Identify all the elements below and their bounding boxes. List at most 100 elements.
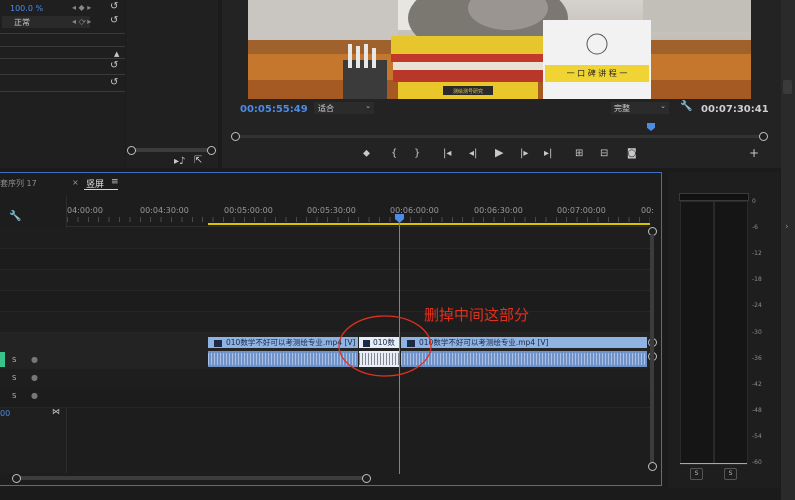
extract-icon[interactable]: ⊟ (600, 149, 608, 159)
close-icon[interactable]: × (72, 178, 79, 188)
mark-in-icon[interactable]: { (391, 149, 397, 159)
meter-solo-right[interactable]: S (724, 468, 737, 480)
video-image (248, 0, 751, 99)
audio-clip-3[interactable] (401, 351, 647, 367)
horizontal-scroll-end[interactable] (362, 474, 371, 483)
a2-solo-label[interactable]: S (12, 374, 16, 382)
timeline-horizontal-scrollbar[interactable] (16, 476, 364, 480)
fit-value: 适合 (318, 104, 334, 113)
keyframe-scrollbar[interactable] (132, 148, 210, 152)
vertical-scroll-end[interactable] (648, 462, 657, 471)
ruler-label: 00:07:00:00 (557, 206, 606, 215)
a1-solo-label[interactable]: S (12, 356, 16, 364)
video-frame: 一 口 碑 讲 程 一 测绘测号研究 (248, 0, 751, 99)
waveform (401, 353, 647, 365)
meter-bar-left (680, 201, 714, 465)
fit-select[interactable]: 适合 ⌄ (314, 102, 374, 114)
annotation-text: 删掉中间这部分 (424, 306, 530, 324)
scroll-handle-left[interactable] (127, 146, 136, 155)
program-scroll-start[interactable] (231, 132, 240, 141)
a2-mic-icon[interactable]: ● (31, 373, 38, 383)
clip-label: 010数学不好可以考测绘专业.mp4 [V] (419, 338, 549, 347)
chevron-right-icon[interactable]: › (785, 222, 789, 232)
divider-2 (0, 46, 125, 47)
master-end-icon[interactable]: ⋈ (52, 407, 60, 417)
blend-mode-value: 正常 (14, 18, 30, 27)
divider-4 (0, 74, 125, 75)
right-edge-strip (781, 0, 795, 500)
wrench-icon[interactable]: 🔧 (680, 102, 692, 112)
export-icon[interactable]: ⇱ (194, 156, 202, 166)
keyframe-nav-icon-2[interactable]: ◂ ◇ ▸ (72, 17, 91, 27)
horizontal-scroll-start[interactable] (12, 474, 21, 483)
work-area-bar[interactable] (208, 223, 650, 225)
a1-mic-icon[interactable]: ● (31, 355, 38, 365)
ruler-label: 00:06:30:00 (474, 206, 523, 215)
step-back-icon[interactable]: ◂| (469, 149, 477, 159)
fx-badge-icon (214, 339, 222, 347)
meter-floor-line (680, 463, 747, 464)
master-timecode: 00 (0, 409, 11, 418)
track-row-v4 (0, 270, 650, 291)
ruler-label: 00:04:30:00 (140, 206, 189, 215)
video-clip-3[interactable]: 010数学不好可以考测绘专业.mp4 [V] (401, 337, 647, 348)
a3-mic-icon[interactable]: ● (31, 391, 38, 401)
marker-icon[interactable]: ⬥ (363, 149, 370, 159)
mark-out-icon[interactable]: } (414, 149, 420, 159)
divider-5 (0, 91, 125, 92)
ruler-label: 00:06:00:00 (390, 206, 439, 215)
reset-icon-2[interactable]: ↺ (110, 16, 118, 26)
a3-solo-label[interactable]: S (12, 392, 16, 400)
meter-tick: -24 (752, 302, 762, 309)
track-row-v6 (0, 228, 650, 249)
ruler-ticks (67, 217, 650, 222)
step-forward-icon[interactable]: |▸ (520, 149, 528, 159)
wrench-icon[interactable]: 🔧 (9, 212, 21, 222)
reset-icon-4[interactable]: ↺ (110, 78, 118, 88)
meter-tick: -36 (752, 355, 762, 362)
go-to-out-icon[interactable]: ▸| (544, 149, 552, 159)
filter-icon[interactable]: ▸♪ (174, 157, 185, 167)
program-scroll-end[interactable] (759, 132, 768, 141)
track-row-v5 (0, 249, 650, 270)
book-spine-text: 测绘测号研究 (452, 89, 483, 95)
chevron-down-icon: ⌄ (365, 102, 371, 110)
chevron-down-icon: ⌄ (660, 102, 666, 110)
add-button-icon[interactable]: + (749, 147, 759, 159)
reset-icon[interactable]: ↺ (110, 2, 118, 12)
panel-menu-icon[interactable]: ≡ (111, 177, 119, 187)
book-title-text: 一 口 碑 讲 程 一 (566, 69, 628, 78)
quality-value: 完整 (614, 104, 630, 113)
quality-select[interactable]: 完整 ⌄ (611, 102, 669, 114)
meter-tick: -48 (752, 407, 762, 414)
track-row-a3 (0, 387, 650, 408)
scroll-handle-right[interactable] (207, 146, 216, 155)
meter-tick: -60 (752, 459, 762, 466)
meter-tick: 0 (752, 198, 756, 205)
meter-header (679, 193, 749, 201)
keyframe-area (126, 0, 218, 168)
ruler-label: 04:00:00 (67, 206, 103, 215)
ruler-label: 00: (641, 206, 654, 215)
meter-tick: -42 (752, 381, 762, 388)
meter-solo-left[interactable]: S (690, 468, 703, 480)
meter-tick: -54 (752, 433, 762, 440)
meter-tick: -30 (752, 329, 762, 336)
reset-icon-3[interactable]: ↺ (110, 61, 118, 71)
ruler-label: 00:05:30:00 (307, 206, 356, 215)
timeline-vertical-scrollbar[interactable] (650, 234, 654, 466)
camera-icon[interactable]: ◙ (627, 149, 637, 159)
opacity-value[interactable]: 100.0 % (10, 4, 43, 13)
a1-target-indicator[interactable] (0, 352, 5, 367)
sequence-tab-name[interactable]: 套序列 17 (0, 178, 37, 189)
divider (0, 33, 125, 34)
program-scrub-track[interactable] (236, 135, 764, 138)
go-to-in-icon[interactable]: |◂ (443, 149, 451, 159)
keyframe-nav-icon[interactable]: ◂ ◆ ▸ (72, 3, 91, 13)
right-edge-handle[interactable] (783, 80, 792, 94)
meter-bar-right (714, 201, 748, 465)
lift-icon[interactable]: ⊞ (575, 149, 583, 159)
play-icon[interactable]: ▶ (495, 147, 503, 158)
program-current-time[interactable]: 00:05:55:49 (240, 104, 308, 115)
meter-solo-label: S (728, 470, 733, 477)
